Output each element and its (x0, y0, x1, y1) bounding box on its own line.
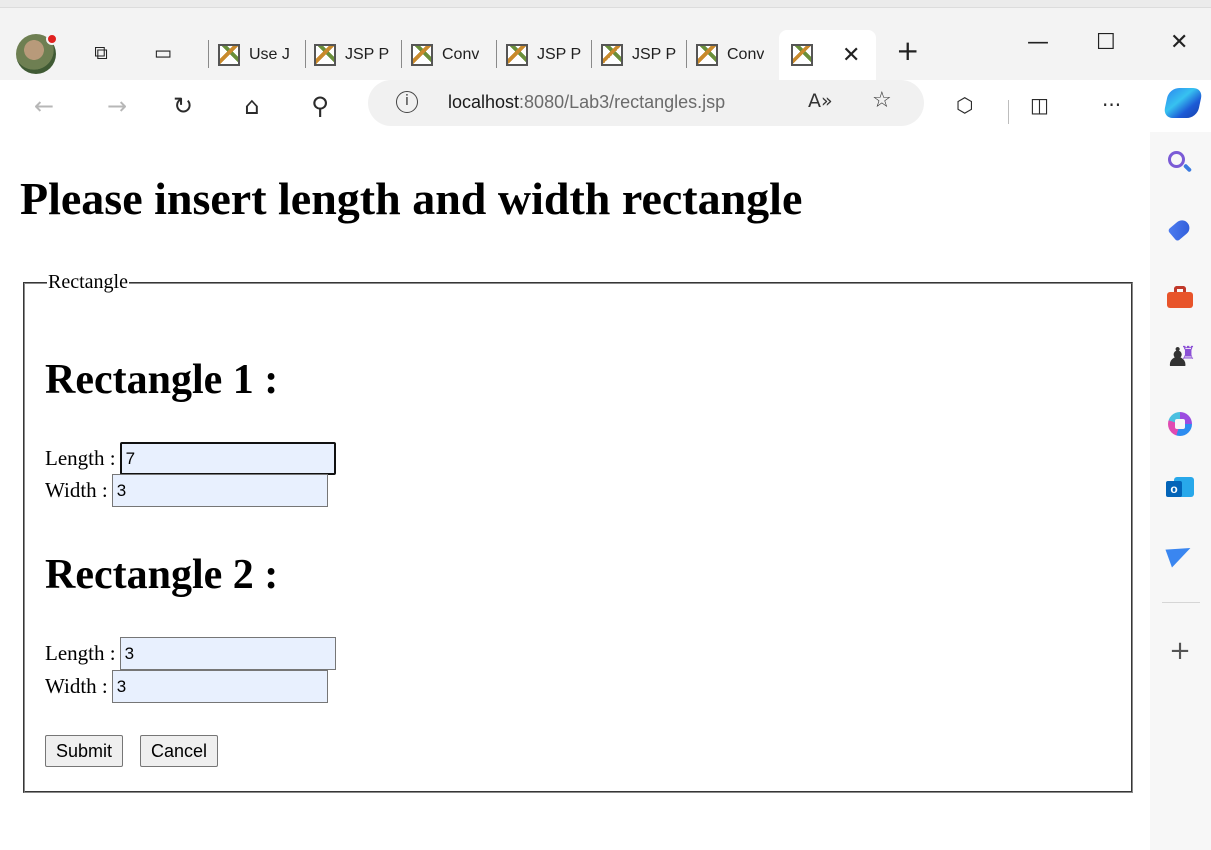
site-info-icon[interactable]: i (396, 91, 418, 113)
tab-title: Conv (727, 46, 765, 63)
minimize-icon[interactable]: — (1027, 30, 1049, 55)
cancel-button[interactable]: Cancel (140, 735, 219, 767)
window-top-edge (0, 0, 1211, 8)
tab-title: JSP P (537, 46, 582, 63)
url-text[interactable]: localhost:8080/Lab3/rectangles.jsp (448, 92, 725, 113)
tab-title: JSP P (345, 46, 390, 63)
width-label: Width : (45, 478, 108, 502)
close-tab-icon[interactable]: ✕ (842, 43, 860, 68)
rectangle-2-width-input[interactable] (111, 670, 328, 703)
tab-separator (401, 40, 402, 68)
rectangle-2-width-row: Width : (45, 670, 328, 703)
sidebar-divider (1162, 602, 1200, 603)
browser-toolbar: ← → ↻ ⌂ ⚲ i localhost:8080/Lab3/rectangl… (0, 80, 1211, 132)
tomcat-favicon-icon (314, 44, 336, 66)
tab-separator (208, 40, 209, 68)
rectangle-2-length-row: Length : (45, 637, 336, 670)
search-icon[interactable]: ⚲ (302, 88, 338, 124)
tab-separator (591, 40, 592, 68)
shopping-tag-icon[interactable] (1166, 217, 1194, 245)
rectangle-2-length-input[interactable] (119, 637, 336, 670)
rectangle-1-width-row: Width : (45, 474, 328, 507)
tomcat-favicon-icon (411, 44, 433, 66)
add-icon[interactable]: + (1166, 637, 1194, 665)
extensions-icon[interactable]: ⬡ (956, 93, 973, 117)
tab-0[interactable]: Use J (218, 35, 302, 75)
tab-2[interactable]: Conv (411, 35, 495, 75)
url-path: :8080/Lab3/rectangles.jsp (519, 92, 726, 112)
length-label: Length : (45, 641, 116, 665)
sidebar-search-icon[interactable] (1166, 150, 1194, 178)
refresh-icon[interactable]: ↻ (165, 88, 201, 124)
tab-separator (496, 40, 497, 68)
page-content: Please insert length and width rectangle… (0, 132, 1150, 850)
submit-button[interactable]: Submit (45, 735, 124, 767)
games-icon[interactable]: ♟ ♜ (1166, 343, 1196, 372)
length-label: Length : (45, 446, 116, 470)
new-tab-button[interactable]: + (896, 34, 919, 67)
rectangle-fieldset: Rectangle Rectangle 1 : Length : Width :… (23, 271, 1133, 793)
rectangle-1-length-row: Length : (45, 442, 336, 475)
more-icon[interactable]: ··· (1102, 93, 1121, 117)
tools-icon[interactable] (1166, 282, 1194, 310)
home-icon[interactable]: ⌂ (234, 88, 270, 124)
tab-title: JSP P (632, 46, 677, 63)
notification-dot (46, 33, 58, 45)
tab-separator (686, 40, 687, 68)
tomcat-favicon-icon (696, 44, 718, 66)
tab-5[interactable]: Conv (696, 35, 776, 75)
tab-active[interactable]: ✕ (779, 30, 876, 80)
tab-title: Conv (442, 46, 480, 63)
favorite-star-icon[interactable]: ☆ (872, 88, 892, 113)
width-label: Width : (45, 674, 108, 698)
tab-3[interactable]: JSP P (506, 35, 590, 75)
tab-actions-icon[interactable]: ▭ (150, 40, 176, 66)
tab-title: Use J (249, 46, 290, 63)
back-icon[interactable]: ← (26, 88, 62, 124)
tab-4[interactable]: JSP P (601, 35, 685, 75)
read-aloud-icon[interactable]: A» (808, 90, 833, 112)
profile-avatar[interactable] (16, 33, 58, 74)
maximize-icon[interactable]: ☐ (1096, 30, 1116, 55)
workspaces-icon[interactable]: ⧉ (88, 40, 114, 66)
outlook-icon[interactable]: o (1166, 473, 1194, 501)
tab-1[interactable]: JSP P (314, 35, 400, 75)
tab-strip: ⧉ ▭ Use J JSP P Conv JSP P JSP P Conv ✕ … (0, 8, 1211, 80)
rectangle-1-length-input[interactable] (119, 442, 336, 475)
edge-sidebar: ♟ ♜ o + (1150, 132, 1211, 850)
split-screen-icon[interactable]: ◫ (1030, 93, 1049, 117)
tab-separator (305, 40, 306, 68)
forward-icon[interactable]: → (99, 88, 135, 124)
address-bar[interactable]: i localhost:8080/Lab3/rectangles.jsp A» … (368, 80, 924, 126)
tomcat-favicon-icon (601, 44, 623, 66)
page-title: Please insert length and width rectangle (20, 173, 803, 224)
office-icon[interactable] (1166, 410, 1194, 438)
rectangle-1-heading: Rectangle 1 : (45, 357, 279, 403)
url-host: localhost (448, 92, 520, 112)
tomcat-favicon-icon (218, 44, 240, 66)
browser-titlebar: ⧉ ▭ Use J JSP P Conv JSP P JSP P Conv ✕ … (0, 0, 1211, 80)
fieldset-legend: Rectangle (48, 271, 128, 293)
rectangle-1-width-input[interactable] (111, 474, 328, 507)
send-icon[interactable] (1165, 537, 1195, 568)
toolbar-divider (1008, 100, 1009, 124)
rectangle-2-heading: Rectangle 2 : (45, 552, 279, 598)
tomcat-favicon-icon (506, 44, 528, 66)
tomcat-favicon-icon (791, 44, 813, 66)
close-window-icon[interactable]: ✕ (1170, 30, 1188, 55)
